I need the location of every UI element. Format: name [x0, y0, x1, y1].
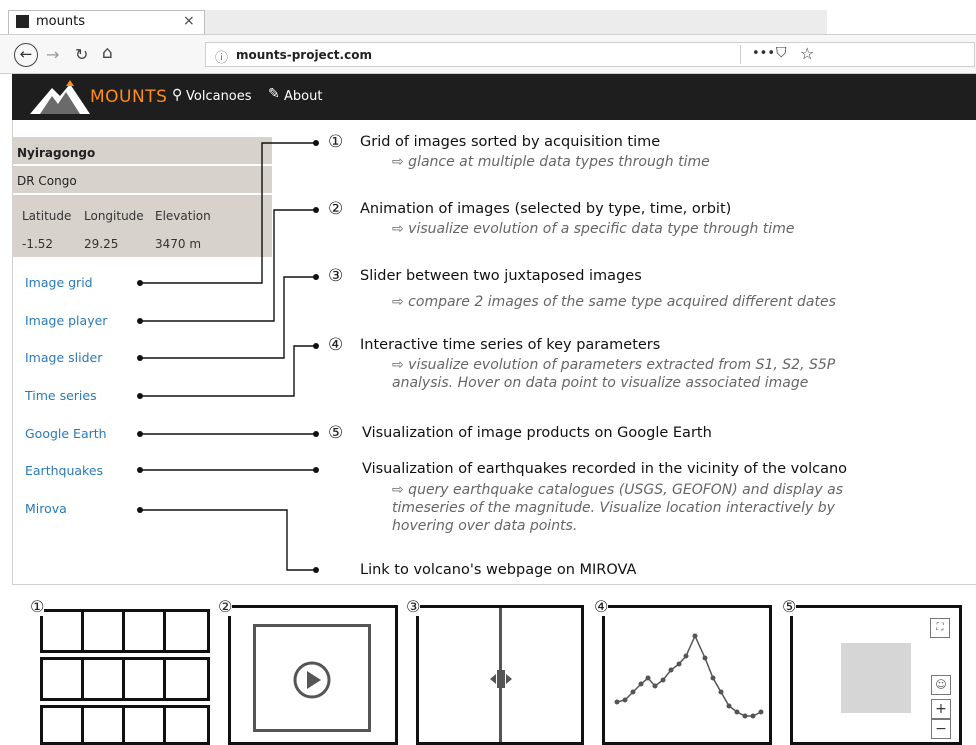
zoom-out-button[interactable]: − [931, 719, 951, 739]
annotation-title-5: Visualization of image products on Googl… [362, 425, 712, 441]
annotation-title-1: Grid of images sorted by acquisition tim… [360, 134, 661, 150]
annotation-title-7: Link to volcano's webpage on MIROVA [360, 562, 637, 578]
panel-number-4: ④ [594, 597, 609, 616]
annotation-title-2: Animation of images (selected by type, t… [360, 201, 732, 217]
panel-number-1: ① [30, 597, 45, 616]
annotation-title-3: Slider between two juxtaposed images [360, 268, 642, 284]
map-preview [841, 643, 911, 713]
panel-number-2: ② [218, 597, 233, 616]
time-series-chart-icon [614, 633, 764, 719]
street-view-icon[interactable]: ☺ [931, 675, 951, 695]
annotation-title-6: Visualization of earthquakes recorded in… [362, 461, 848, 477]
fullscreen-icon[interactable]: ⛶ [930, 618, 950, 638]
annotation-sub-6c: hovering over data points. [392, 518, 578, 534]
annotation-title-4: Interactive time series of key parameter… [360, 337, 661, 353]
annotation-sub-2: ⇨ visualize evolution of a specific data… [392, 221, 795, 237]
annotation-sub-1: ⇨ glance at multiple data types through … [392, 154, 710, 170]
annotation-sub-3: ⇨ compare 2 images of the same type acqu… [392, 294, 836, 310]
annotation-number-4: ④ [328, 335, 344, 355]
annotation-sub-4b: analysis. Hover on data point to visuali… [392, 375, 809, 391]
panel-number-5: ⑤ [782, 597, 797, 616]
panel-number-3: ③ [406, 597, 421, 616]
annotation-number-5: ⑤ [328, 423, 344, 443]
annotation-number-2: ② [328, 199, 344, 219]
annotation-number-3: ③ [328, 266, 344, 286]
image-grid-panel[interactable] [40, 605, 210, 745]
annotation-sub-6a: ⇨ query earthquake catalogues (USGS, GEO… [392, 482, 844, 498]
play-icon[interactable] [292, 660, 332, 700]
slider-handle-icon[interactable] [489, 668, 513, 690]
annotation-sub-6b: timeseries of the magnitude. Visualize l… [392, 500, 835, 516]
annotation-number-1: ① [328, 132, 344, 152]
annotation-sub-4a: ⇨ visualize evolution of parameters extr… [392, 357, 836, 373]
zoom-in-button[interactable]: + [931, 699, 951, 719]
